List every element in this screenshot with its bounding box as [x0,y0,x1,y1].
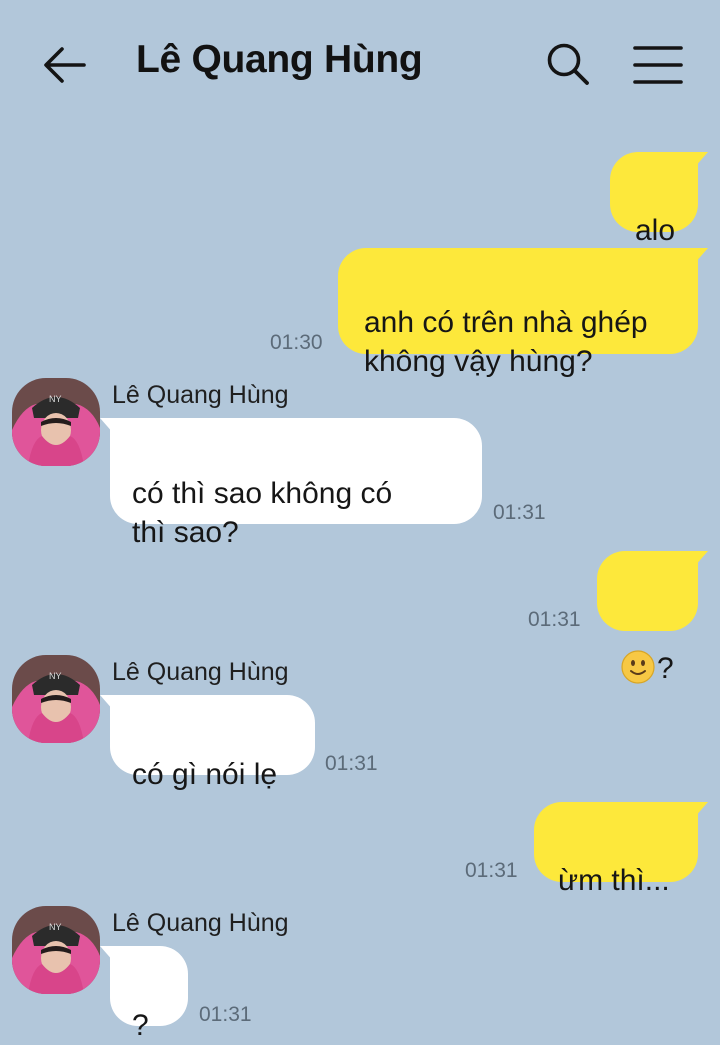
contact-avatar[interactable]: NY [12,378,100,466]
slightly-smiling-face-emoji [621,611,655,684]
svg-text:NY: NY [49,671,62,681]
message-timestamp: 01:30 [270,331,323,354]
sender-name: Lê Quang Hùng [112,909,289,937]
message-timestamp: 01:31 [325,752,378,775]
incoming-message-bubble[interactable]: có gì nói lẹ [100,695,315,791]
chat-title: Lê Quang Hùng [136,38,423,81]
chat-header: Lê Quang Hùng [0,0,720,128]
incoming-message-bubble[interactable]: có thì sao không có thì sao? [100,418,482,549]
message-text: ừm thì... [558,864,670,897]
message-timestamp: 01:31 [199,1003,252,1026]
avatar-image: NY [12,655,100,743]
back-button[interactable] [40,42,88,88]
incoming-message-bubble[interactable]: ? [100,946,188,1042]
message-text: có thì sao không có thì sao? [132,477,393,549]
message-text: ? [657,652,674,685]
sender-name: Lê Quang Hùng [112,658,289,686]
svg-text:NY: NY [49,922,62,932]
outgoing-message-bubble[interactable]: ừm thì... [534,802,708,897]
message-timestamp: 01:31 [493,501,546,524]
search-button[interactable] [544,40,592,88]
search-icon [547,43,589,85]
avatar-image: NY [12,906,100,994]
arrow-left-icon [44,47,86,83]
message-text: ? [132,1009,149,1042]
outgoing-message-bubble[interactable]: ? [597,551,708,685]
sender-name: Lê Quang Hùng [112,381,289,409]
menu-button[interactable] [632,44,684,86]
contact-avatar[interactable]: NY [12,906,100,994]
message-text: có gì nói lẹ [132,758,278,791]
hamburger-menu-icon [633,46,683,84]
outgoing-message-bubble[interactable]: anh có trên nhà ghép không vậy hùng? [338,248,708,378]
outgoing-message-bubble[interactable]: alo [610,152,708,247]
message-timestamp: 01:31 [465,859,518,882]
message-text: anh có trên nhà ghép không vậy hùng? [364,306,648,378]
message-text: alo [635,214,676,247]
avatar-image: NY [12,378,100,466]
message-timestamp: 01:31 [528,608,581,631]
contact-avatar[interactable]: NY [12,655,100,743]
svg-text:NY: NY [49,394,62,404]
